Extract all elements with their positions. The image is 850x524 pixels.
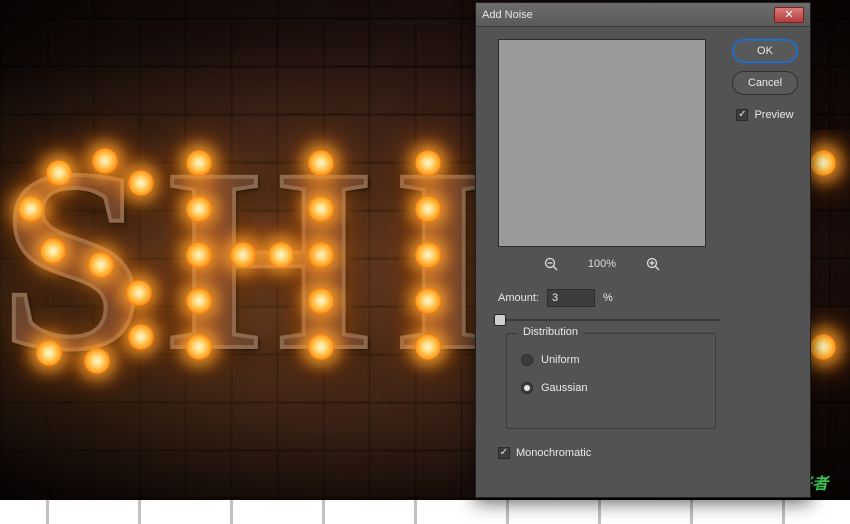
letter-h: H — [168, 130, 375, 390]
amount-row: Amount: % — [498, 289, 613, 307]
cancel-label: Cancel — [748, 77, 782, 89]
monochromatic-label: Monochromatic — [516, 447, 591, 459]
amount-input[interactable] — [547, 289, 595, 307]
close-button[interactable]: ✕ — [774, 7, 804, 23]
cancel-button[interactable]: Cancel — [732, 71, 798, 95]
dialog-buttons: OK Cancel Preview — [732, 39, 798, 121]
dialog-body: 100% OK Cancel Preview Amount: % Distrib… — [476, 27, 810, 497]
radio-dot-gaussian — [521, 382, 533, 394]
letter-s: S — [0, 130, 150, 390]
radio-uniform[interactable]: Uniform — [521, 354, 701, 366]
slider-track — [498, 319, 720, 321]
zoom-out-icon — [544, 257, 558, 271]
ok-button[interactable]: OK — [732, 39, 798, 63]
amount-unit: % — [603, 292, 613, 304]
zoom-in-icon — [646, 257, 660, 271]
zoom-out-button[interactable] — [542, 255, 560, 273]
zoom-level: 100% — [588, 258, 616, 270]
dialog-title: Add Noise — [482, 9, 774, 21]
radio-label-gaussian: Gaussian — [541, 382, 587, 394]
radio-gaussian[interactable]: Gaussian — [521, 382, 701, 394]
amount-slider[interactable] — [498, 313, 720, 327]
radio-dot-uniform — [521, 354, 533, 366]
ok-label: OK — [757, 45, 773, 57]
monochromatic-toggle[interactable]: Monochromatic — [498, 447, 591, 459]
distribution-group: Distribution Uniform Gaussian — [506, 333, 716, 429]
monochromatic-checkbox[interactable] — [498, 447, 510, 459]
distribution-legend: Distribution — [517, 326, 584, 338]
preview-checkbox[interactable] — [736, 109, 748, 121]
add-noise-dialog: Add Noise ✕ 100% OK Cancel Preview Amoun… — [475, 2, 811, 498]
radio-label-uniform: Uniform — [541, 354, 580, 366]
preview-toggle[interactable]: Preview — [736, 109, 793, 121]
preview-label: Preview — [754, 109, 793, 121]
dialog-titlebar[interactable]: Add Noise ✕ — [476, 3, 810, 27]
slider-thumb[interactable] — [494, 314, 506, 326]
zoom-controls: 100% — [498, 255, 706, 273]
close-icon: ✕ — [784, 8, 793, 21]
marquee-letters: S H I — [0, 130, 500, 390]
amount-label: Amount: — [498, 292, 539, 304]
noise-preview[interactable] — [498, 39, 706, 247]
zoom-in-button[interactable] — [644, 255, 662, 273]
